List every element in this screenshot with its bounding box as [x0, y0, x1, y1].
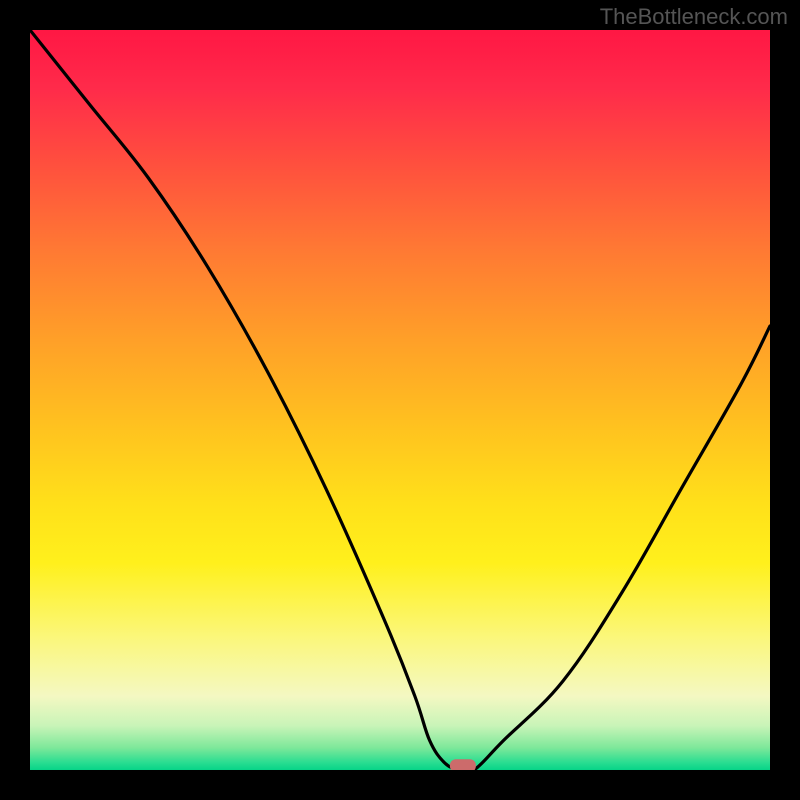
- bottleneck-curve: [30, 30, 770, 770]
- optimum-marker: [450, 759, 476, 770]
- chart-svg: [30, 30, 770, 770]
- watermark-text: TheBottleneck.com: [600, 4, 788, 30]
- chart-plot-area: [30, 30, 770, 770]
